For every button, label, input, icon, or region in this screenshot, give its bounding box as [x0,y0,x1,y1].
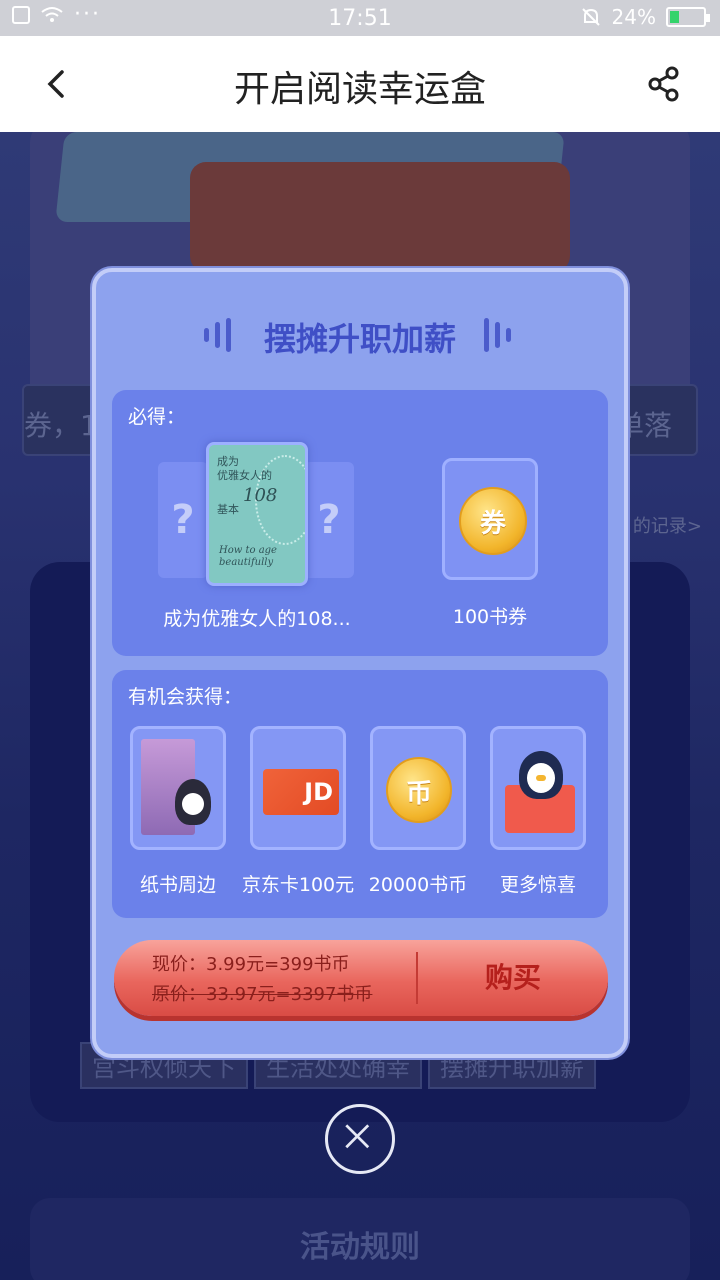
close-icon[interactable] [325,1104,395,1174]
record-link[interactable]: 的记录> [633,512,702,538]
book-coin-icon: 币 [386,757,452,823]
penguin-icon [519,751,563,799]
guaranteed-label: 必得： [128,406,186,428]
prize-card-surprise [490,726,586,850]
chance-section: 有机会获得： 纸书周边 JD 京东卡100元 币 20000书币 更多惊喜 [112,670,608,918]
rules-bar[interactable]: 活动规则 [30,1198,690,1280]
modal-title: 摆摊升职加薪 [263,320,456,358]
buy-bar[interactable]: 现价：3.99元=399书币 原价：33.97元=3397书币 购买 [114,940,608,1016]
lucky-box-modal: 摆摊升职加薪 必得： ? ? 成为 优雅女人的 108 基本 How to ag… [92,268,628,1058]
battery-percent: 24% [611,5,656,29]
coupon-glyph: 券 [479,509,506,539]
book-cover-number: 108 [243,485,278,506]
prize-caption: 更多惊喜 [499,874,576,896]
placeholder-book: ? [158,462,208,578]
page-title: 开启阅读幸运盒 [233,69,486,110]
original-price: 原价：33.97元=3397书币 [152,984,373,1005]
book-cover-english: How to age beautifully [219,545,277,568]
prize-caption: 纸书周边 [139,874,216,896]
status-bar: ··· 17:51 24% [0,0,720,36]
mouse-plush-icon [175,779,211,825]
coupon-card: 券 [442,458,538,580]
chance-label: 有机会获得： [128,686,243,708]
book-cover[interactable]: 成为 优雅女人的 108 基本 How to age beautifully [206,442,308,586]
navbar: 开启阅读幸运盒 [0,36,720,132]
coupon-coin-icon: 券 [459,487,527,555]
prize-caption: 20000书币 [368,874,468,896]
bell-mute-icon [581,8,600,26]
jd-card-icon: JD [263,769,339,815]
prize-card-jd: JD [250,726,346,850]
book-cover-title: 成为 优雅女人的 [217,455,272,482]
rules-title: 活动规则 [300,1230,420,1265]
current-price: 现价：3.99元=399书币 [152,954,350,975]
share-icon[interactable] [644,64,684,104]
prize-card-merch [130,726,226,850]
coin-glyph: 币 [405,779,432,809]
prize-card-coins: 币 [370,726,466,850]
coupon-caption: 100书券 [452,606,528,628]
guaranteed-section: 必得： ? ? 成为 优雅女人的 108 基本 How to age beaut… [112,390,608,656]
placeholder-book: ? [304,462,354,578]
prize-caption: 京东卡100元 [241,874,355,896]
battery-icon [666,7,710,27]
book-cover-sub: 基本 [217,503,239,516]
book-carousel[interactable]: ? ? 成为 优雅女人的 108 基本 How to age beautiful… [158,442,354,586]
title-deco-right [484,318,511,352]
book-caption: 成为优雅女人的108... [163,608,351,630]
buy-button[interactable]: 购买 [418,940,608,1016]
machine-red-box [190,162,570,272]
